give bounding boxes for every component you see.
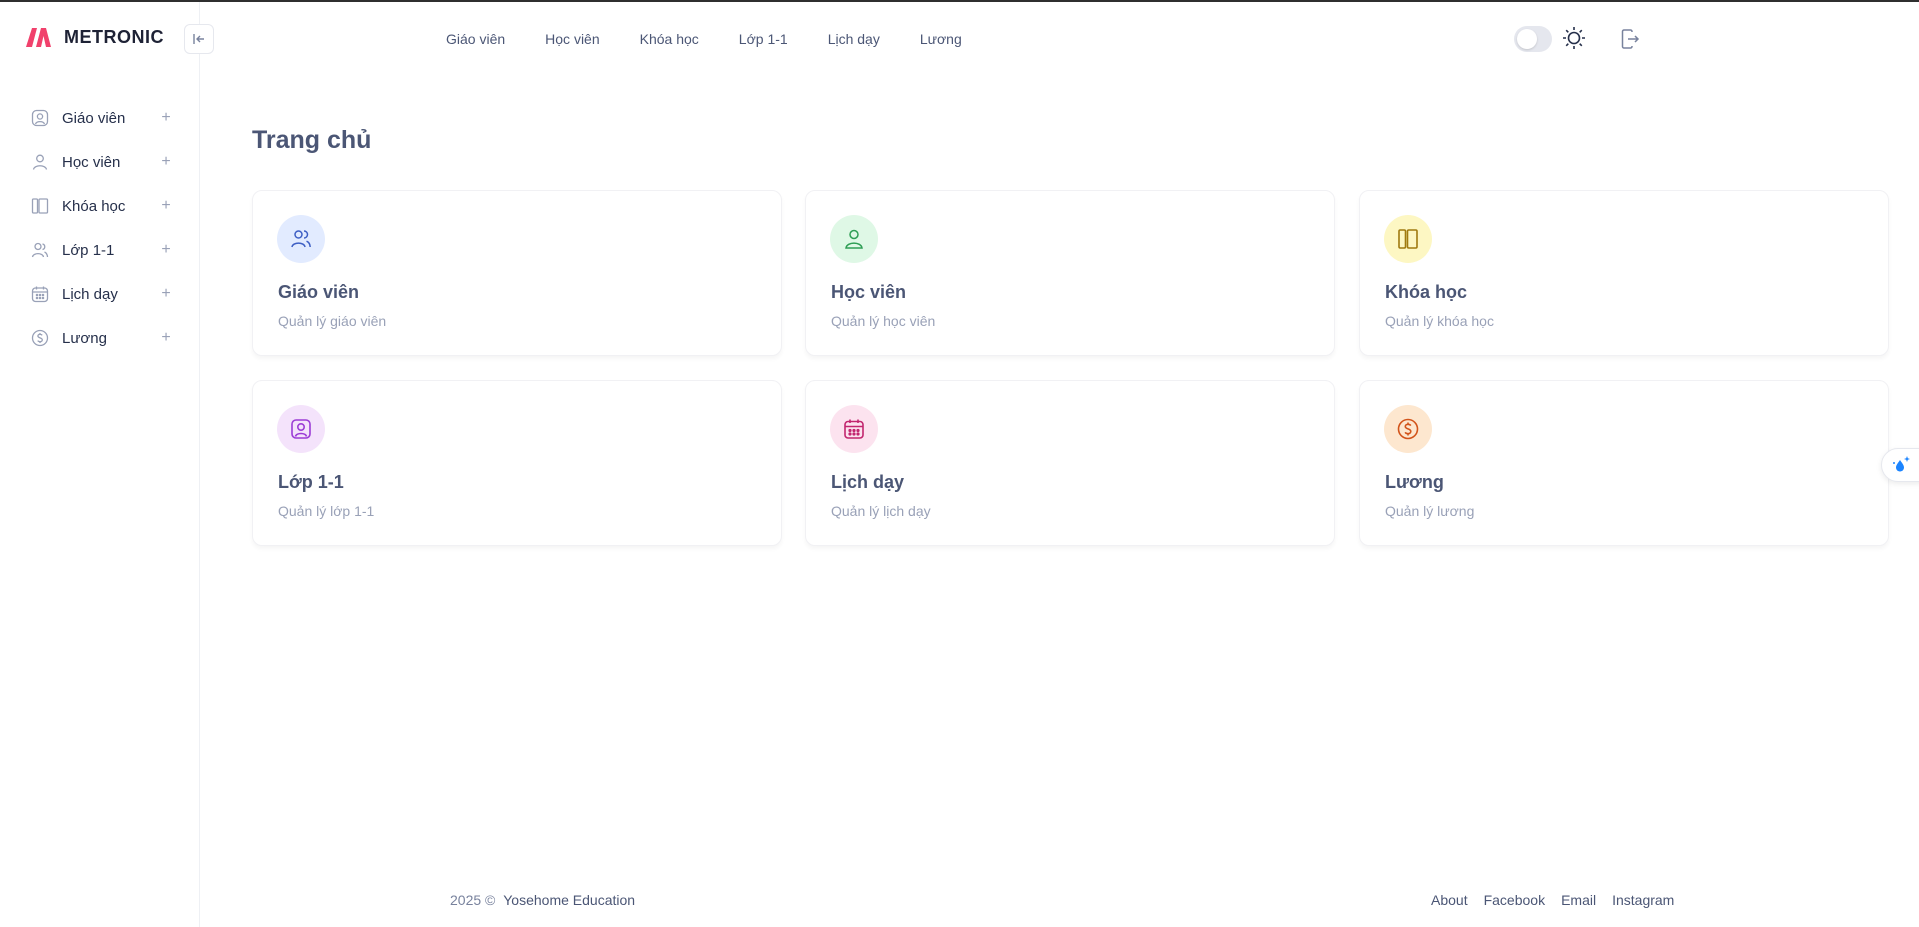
logout-button[interactable] bbox=[1619, 28, 1641, 50]
expand-plus-icon[interactable]: + bbox=[158, 285, 174, 303]
copyright-text: 2025 © bbox=[450, 892, 496, 908]
user-square-icon bbox=[28, 106, 52, 130]
card-subtitle: Quản lý học viên bbox=[831, 313, 936, 329]
brand-name: METRONIC bbox=[64, 26, 164, 47]
card-subtitle: Quản lý lịch dạy bbox=[831, 503, 931, 519]
card-title: Khóa học bbox=[1385, 282, 1468, 302]
card-icon-circle bbox=[277, 405, 325, 453]
calendar-icon bbox=[28, 282, 52, 306]
user-square-icon bbox=[291, 419, 311, 439]
footer-link-instagram[interactable]: Instagram bbox=[1612, 892, 1674, 908]
theme-button[interactable] bbox=[1561, 25, 1587, 51]
metronic-logo-icon bbox=[26, 28, 51, 47]
footer-link-about[interactable]: About bbox=[1431, 892, 1468, 908]
user-icon bbox=[845, 229, 863, 249]
sidebar-menu: Giáo viên + Học viên + Khóa học + Lớp 1-… bbox=[22, 96, 174, 360]
card-title: Lịch dạy bbox=[831, 472, 905, 492]
card-subtitle: Quản lý khóa học bbox=[1385, 313, 1494, 329]
calendar-icon bbox=[844, 419, 864, 439]
card-icon-circle bbox=[830, 215, 878, 263]
expand-plus-icon[interactable]: + bbox=[158, 329, 174, 347]
user-icon bbox=[28, 150, 52, 174]
expand-plus-icon[interactable]: + bbox=[158, 153, 174, 171]
book-panels-icon bbox=[28, 194, 52, 218]
card-subtitle: Quản lý lớp 1-1 bbox=[278, 503, 375, 519]
sidebar-item-label: Học viên bbox=[62, 153, 121, 171]
sidebar-item-lich-day[interactable]: Lịch dạy + bbox=[22, 272, 174, 316]
card-title: Giáo viên bbox=[278, 282, 360, 302]
expand-plus-icon[interactable]: + bbox=[158, 109, 174, 127]
sidebar-item-label: Lương bbox=[62, 329, 107, 347]
expand-plus-icon[interactable]: + bbox=[158, 197, 174, 215]
card-hoc-vien[interactable]: Học viên Quản lý học viên bbox=[805, 190, 1335, 356]
card-giao-vien[interactable]: Giáo viên Quản lý giáo viên bbox=[252, 190, 782, 356]
card-icon-circle bbox=[1384, 405, 1432, 453]
card-subtitle: Quản lý lương bbox=[1385, 503, 1475, 519]
card-icon-circle bbox=[1384, 215, 1432, 263]
nav-giao-vien[interactable]: Giáo viên bbox=[446, 28, 505, 50]
collapse-sidebar-icon bbox=[193, 34, 204, 44]
card-subtitle: Quản lý giáo viên bbox=[278, 313, 387, 329]
card-khoa-hoc[interactable]: Khóa học Quản lý khóa học bbox=[1359, 190, 1889, 356]
company-link[interactable]: Yosehome Education bbox=[503, 892, 635, 908]
sidebar-item-label: Lịch dạy bbox=[62, 285, 118, 303]
sidebar-item-label: Giáo viên bbox=[62, 109, 126, 127]
header-nav: Giáo viên Học viên Khóa học Lớp 1-1 Lịch… bbox=[446, 28, 1002, 50]
sidebar-item-label: Lớp 1-1 bbox=[62, 241, 115, 259]
sidebar-item-khoa-hoc[interactable]: Khóa học + bbox=[22, 184, 174, 228]
collapse-sidebar-button[interactable] bbox=[184, 24, 214, 54]
card-icon-circle bbox=[277, 215, 325, 263]
floating-assistant-button[interactable] bbox=[1881, 448, 1919, 482]
nav-lop-1-1[interactable]: Lớp 1-1 bbox=[739, 28, 788, 50]
sidebar-item-luong[interactable]: Lương + bbox=[22, 316, 174, 360]
expand-plus-icon[interactable]: + bbox=[158, 241, 174, 259]
sidebar-item-hoc-vien[interactable]: Học viên + bbox=[22, 140, 174, 184]
brand-logo[interactable]: METRONIC bbox=[24, 26, 164, 48]
sidebar: METRONIC Giáo viên + Học viên + Khóa học… bbox=[0, 2, 200, 927]
nav-luong[interactable]: Lương bbox=[920, 28, 962, 50]
footer-links: About Facebook Email Instagram bbox=[1431, 892, 1690, 908]
sidebar-item-giao-vien[interactable]: Giáo viên + bbox=[22, 96, 174, 140]
footer-link-facebook[interactable]: Facebook bbox=[1484, 892, 1545, 908]
users-icon bbox=[28, 238, 52, 262]
card-luong[interactable]: Lương Quản lý lương bbox=[1359, 380, 1889, 546]
card-icon-circle bbox=[830, 405, 878, 453]
dollar-circle-icon bbox=[1397, 418, 1419, 440]
logout-icon bbox=[1621, 29, 1640, 49]
card-title: Lương bbox=[1385, 472, 1444, 492]
card-lich-day[interactable]: Lịch dạy Quản lý lịch dạy bbox=[805, 380, 1335, 546]
nav-lich-day[interactable]: Lịch dạy bbox=[828, 28, 880, 50]
card-title: Lớp 1-1 bbox=[278, 472, 344, 492]
nav-khoa-hoc[interactable]: Khóa học bbox=[640, 28, 699, 50]
sidebar-item-label: Khóa học bbox=[62, 197, 126, 215]
card-title: Học viên bbox=[831, 282, 907, 302]
users-icon bbox=[291, 230, 311, 248]
sidebar-item-lop-1-1[interactable]: Lớp 1-1 + bbox=[22, 228, 174, 272]
dollar-circle-icon bbox=[28, 326, 52, 350]
page-title: Trang chủ bbox=[252, 126, 372, 154]
sun-icon bbox=[1563, 27, 1585, 49]
card-lop-1-1[interactable]: Lớp 1-1 Quản lý lớp 1-1 bbox=[252, 380, 782, 546]
nav-hoc-vien[interactable]: Học viên bbox=[545, 28, 599, 50]
footer-link-email[interactable]: Email bbox=[1561, 892, 1596, 908]
droplet-sparkle-icon bbox=[1893, 456, 1910, 472]
theme-toggle[interactable] bbox=[1514, 26, 1552, 52]
book-panels-icon bbox=[1398, 229, 1418, 249]
footer-copyright: 2025 © Yosehome Education bbox=[450, 892, 635, 908]
toggle-knob bbox=[1517, 29, 1537, 49]
